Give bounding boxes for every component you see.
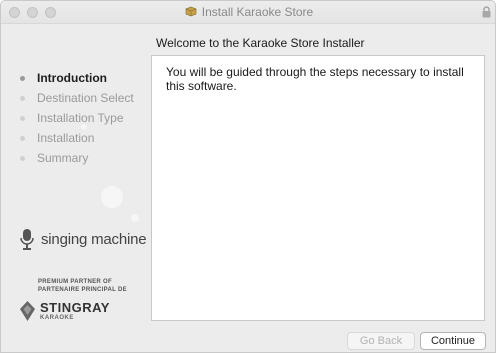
title-bar[interactable]: Install Karaoke Store [1,1,495,24]
step-summary: Summary [1,148,151,168]
step-label: Installation Type [37,111,124,125]
step-label: Installation [37,131,95,145]
step-introduction: Introduction [1,68,151,88]
stingray-icon [20,301,35,321]
partner-line-en: PREMIUM PARTNER OF [38,279,112,285]
singing-machine-text: singing machine [41,231,147,248]
singing-machine-logo: singing machine [19,227,149,257]
stingray-subtitle: KARAOKE [40,315,74,321]
stingray-name: STINGRAY [40,300,110,315]
partner-text: PREMIUM PARTNER OF PARTENAIRE PRINCIPAL … [38,278,127,294]
continue-button[interactable]: Continue [420,332,486,350]
lock-icon [482,6,491,18]
intro-text: You will be guided through the steps nec… [166,65,464,93]
content-panel: You will be guided through the steps nec… [151,55,485,321]
step-bullet-icon [20,76,25,81]
stingray-karaoke-logo: STINGRAY KARAOKE [19,297,139,337]
step-bullet-icon [20,116,25,121]
step-bullet-icon [20,156,25,161]
step-destination-select: Destination Select [1,88,151,108]
sidebar-background-decoration [131,214,139,222]
sidebar: Introduction Destination Select Installa… [1,24,151,352]
partner-line-fr: PARTENAIRE PRINCIPAL DE [38,287,127,293]
installer-steps: Introduction Destination Select Installa… [1,68,151,168]
microphone-icon [20,229,34,250]
sidebar-background-decoration [101,186,123,208]
installer-window: Install Karaoke Store Welcome to the Kar… [0,0,496,353]
step-bullet-icon [20,96,25,101]
package-icon [185,6,197,17]
step-installation: Installation [1,128,151,148]
step-label: Destination Select [37,91,134,105]
step-label: Summary [37,151,89,165]
step-bullet-icon [20,136,25,141]
window-title-text: Install Karaoke Store [201,5,314,19]
step-installation-type: Installation Type [1,108,151,128]
window-title: Install Karaoke Store [1,5,495,19]
go-back-button[interactable]: Go Back [347,332,415,350]
page-heading: Welcome to the Karaoke Store Installer [156,36,365,50]
step-label: Introduction [37,71,107,85]
